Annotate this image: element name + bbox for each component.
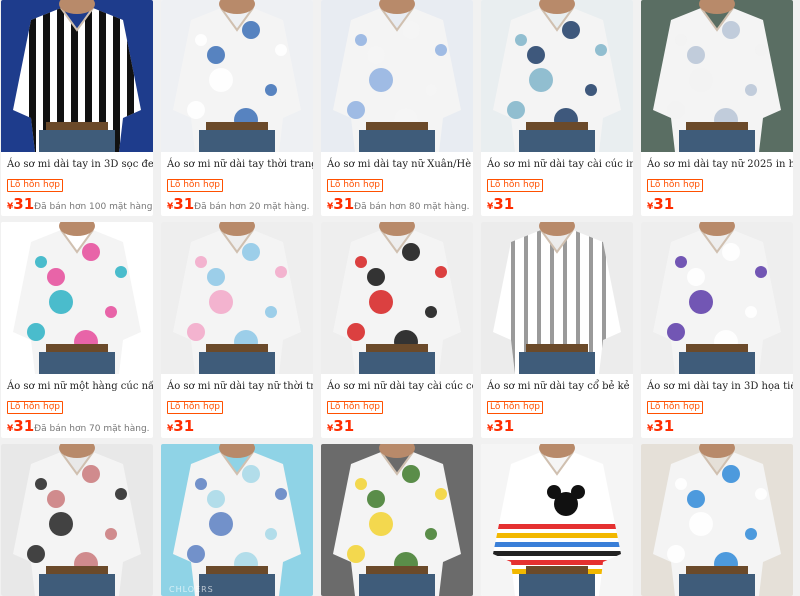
sold-count: Đã bán hơn 70 mặt hàng. (34, 424, 150, 434)
product-title[interactable]: Áo sơ mi nữ dài tay thời trang (161, 152, 313, 172)
mixed-lot-badge: Lô hỗn hợp (7, 401, 63, 414)
product-image[interactable] (481, 444, 633, 596)
mixed-lot-badge: Lô hỗn hợp (327, 179, 383, 192)
product-card[interactable]: Áo sơ mi nữ dài tay cài cúc in họa Lô hỗ… (481, 0, 633, 216)
product-price: ¥31 (7, 194, 34, 213)
mixed-lot-badge: Lô hỗn hợp (7, 179, 63, 192)
product-price: ¥31 (487, 194, 514, 213)
product-title[interactable]: Áo sơ mi nữ dài tay cài cúc in họa (481, 152, 633, 172)
price-value: 31 (333, 195, 355, 213)
product-card[interactable]: Áo sơ mi nữ dài tay cài cúc cổ bẻ in Lô … (321, 222, 473, 438)
product-title[interactable]: Áo sơ mi dài tay nữ 2025 in họa tiết (641, 152, 793, 172)
price-value: 31 (653, 417, 675, 435)
mixed-lot-badge: Lô hỗn hợp (487, 401, 543, 414)
product-card[interactable]: Áo sơ mi dài tay nữ 2025 in họa tiết Lô … (641, 0, 793, 216)
mixed-lot-badge: Lô hỗn hợp (167, 401, 223, 414)
mixed-lot-badge: Lô hỗn hợp (487, 179, 543, 192)
price-value: 31 (13, 417, 35, 435)
product-title[interactable]: Áo sơ mi dài tay in 3D họa tiết đa (641, 374, 793, 394)
product-title[interactable]: Áo sơ mi dài tay nữ Xuân/Hè 2025, (321, 152, 473, 172)
price-value: 31 (493, 195, 515, 213)
price-value: 31 (173, 195, 195, 213)
product-card[interactable]: Áo sơ mi nữ dài tay nữ thời trang 2025, … (161, 222, 313, 438)
product-image[interactable] (481, 0, 633, 152)
product-image[interactable] (161, 222, 313, 374)
product-title[interactable]: Áo sơ mi nữ dài tay nữ thời trang 2025, (161, 374, 313, 394)
price-value: 31 (653, 195, 675, 213)
price-value: 31 (333, 417, 355, 435)
product-card[interactable]: Áo sơ mi dài tay in 3D họa tiết đa Lô hỗ… (641, 222, 793, 438)
product-image[interactable] (641, 0, 793, 152)
product-image[interactable] (641, 444, 793, 596)
product-image[interactable] (1, 222, 153, 374)
sold-count: Đã bán hơn 20 mặt hàng. (194, 202, 310, 212)
price-value: 31 (493, 417, 515, 435)
product-price: ¥31 (487, 416, 514, 435)
product-card[interactable]: Áo sơ mi dài tay nữ Xuân/Hè 2025, Lô hỗn… (321, 0, 473, 216)
product-card[interactable] (481, 444, 633, 596)
product-image[interactable] (641, 222, 793, 374)
mixed-lot-badge: Lô hỗn hợp (647, 179, 703, 192)
product-image[interactable] (321, 0, 473, 152)
product-image[interactable] (161, 0, 313, 152)
sold-count: Đã bán hơn 80 mặt hàng. (354, 202, 470, 212)
mixed-lot-badge: Lô hỗn hợp (327, 401, 383, 414)
product-image[interactable] (321, 222, 473, 374)
product-title[interactable]: Áo sơ mi nữ dài tay cổ bẻ kẻ sọc 3D (481, 374, 633, 394)
product-title[interactable]: Áo sơ mi nữ một hàng cúc nấm (1, 374, 153, 394)
product-image[interactable] (1, 0, 153, 152)
product-image[interactable] (1, 444, 153, 596)
product-title[interactable]: Áo sơ mi dài tay in 3D sọc đen thanh (1, 152, 153, 172)
mixed-lot-badge: Lô hỗn hợp (167, 179, 223, 192)
price-value: 31 (13, 195, 35, 213)
product-image[interactable] (161, 444, 313, 596)
mixed-lot-badge: Lô hỗn hợp (647, 401, 703, 414)
product-price: ¥31 (167, 194, 194, 213)
product-card[interactable]: CHLOERS (161, 444, 313, 596)
product-price: ¥31 (647, 416, 674, 435)
product-card[interactable]: Áo sơ mi nữ một hàng cúc nấm Lô hỗn hợp … (1, 222, 153, 438)
product-image[interactable] (481, 222, 633, 374)
sold-count: Đã bán hơn 100 mặt hàng. (34, 202, 153, 212)
product-price: ¥31 (167, 416, 194, 435)
product-card[interactable]: Áo sơ mi dài tay in 3D sọc đen thanh Lô … (1, 0, 153, 216)
product-price: ¥31 (327, 194, 354, 213)
product-card[interactable] (1, 444, 153, 596)
price-value: 31 (173, 417, 195, 435)
product-title[interactable]: Áo sơ mi nữ dài tay cài cúc cổ bẻ in (321, 374, 473, 394)
product-grid: Áo sơ mi dài tay in 3D sọc đen thanh Lô … (0, 0, 800, 596)
product-image[interactable] (321, 444, 473, 596)
product-card[interactable]: Áo sơ mi nữ dài tay thời trang Lô hỗn hợ… (161, 0, 313, 216)
product-price: ¥31 (327, 416, 354, 435)
watermark-text: CHLOERS (169, 585, 214, 594)
product-card[interactable] (321, 444, 473, 596)
product-card[interactable] (641, 444, 793, 596)
product-card[interactable]: Áo sơ mi nữ dài tay cổ bẻ kẻ sọc 3D Lô h… (481, 222, 633, 438)
product-price: ¥31 (7, 416, 34, 435)
product-price: ¥31 (647, 194, 674, 213)
